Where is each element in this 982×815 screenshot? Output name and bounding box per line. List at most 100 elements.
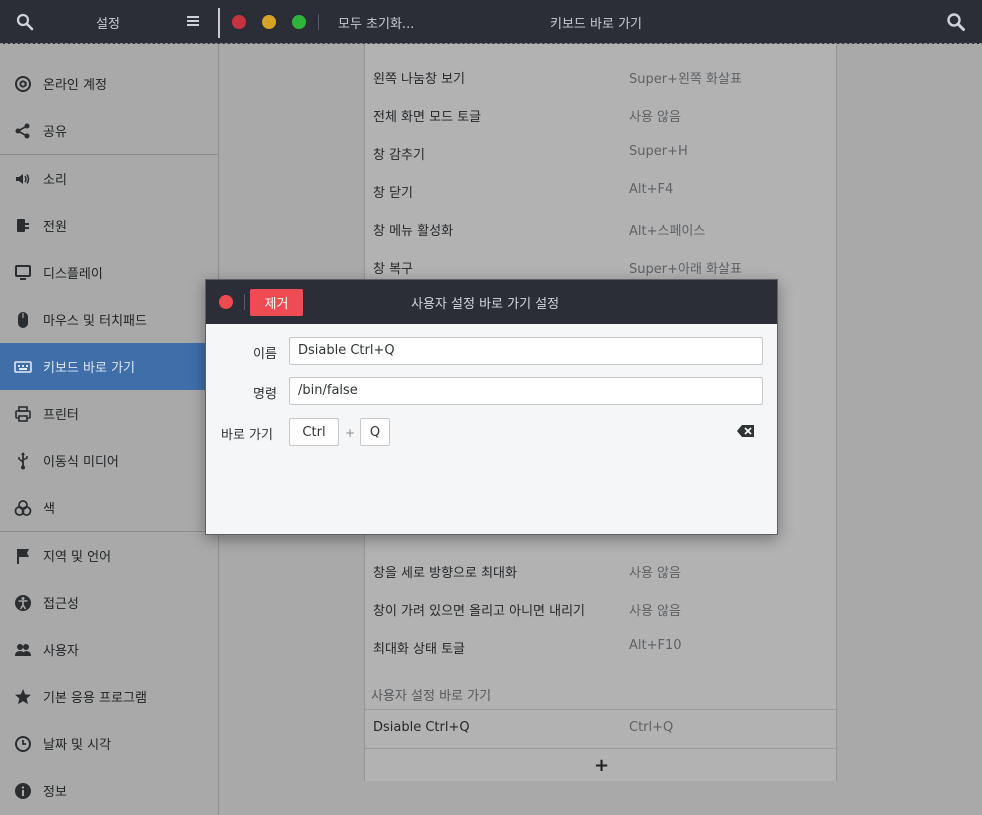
shortcut-accel: Super+왼쪽 화살표 <box>629 72 742 87</box>
shortcut-accel: 사용 않음 <box>629 110 681 125</box>
clock-icon <box>14 735 32 753</box>
shortcut-name: Dsiable Ctrl+Q <box>373 720 470 735</box>
sidebar-item-label: 이동식 미디어 <box>43 455 119 470</box>
command-field[interactable]: /bin/false <box>289 377 763 405</box>
remove-button[interactable]: 제거 <box>250 289 303 316</box>
sidebar-item-region-language[interactable]: 지역 및 언어 <box>0 532 219 579</box>
sidebar-item-printers[interactable]: 프린터 <box>0 390 219 437</box>
users-icon <box>14 641 32 659</box>
share-icon <box>14 122 32 140</box>
at-icon <box>14 75 32 93</box>
name-label: 이름 <box>253 347 277 362</box>
sidebar-item-label: 소리 <box>43 173 67 188</box>
reset-all-button[interactable]: 모두 초기화... <box>338 13 414 32</box>
shortcut-name: 최대화 상태 토글 <box>373 642 465 657</box>
sidebar-item-label: 키보드 바로 가기 <box>43 361 135 376</box>
sidebar-item-about[interactable]: 정보 <box>0 767 219 814</box>
section-title: 사용자 설정 바로 가기 <box>371 689 492 704</box>
shortcut-row[interactable]: 왼쪽 나눔창 보기 Super+왼쪽 화살표 <box>365 58 836 96</box>
shortcut-name: 왼쪽 나눔창 보기 <box>373 72 465 87</box>
shortcut-row[interactable]: 창을 세로 방향으로 최대화 사용 않음 <box>365 552 836 590</box>
search-icon[interactable] <box>16 13 34 31</box>
close-window-button[interactable] <box>232 15 246 29</box>
custom-shortcut-dialog: 제거 사용자 설정 바로 가기 설정 이름 Dsiable Ctrl+Q 명령 … <box>205 279 778 535</box>
sidebar-item-keyboard[interactable]: 키보드 바로 가기 <box>0 343 219 390</box>
sidebar-item-label: 접근성 <box>43 597 79 612</box>
shortcut-accel: Super+H <box>629 144 688 159</box>
mouse-icon <box>14 311 32 329</box>
sidebar-item-sound[interactable]: 소리 <box>0 155 219 202</box>
shortcut-row[interactable]: 창 닫기 Alt+F4 <box>365 172 836 210</box>
sidebar-item-label: 날짜 및 시각 <box>43 738 112 753</box>
shortcut-row[interactable]: 최대화 상태 토글 Alt+F10 <box>365 628 836 666</box>
name-field[interactable]: Dsiable Ctrl+Q <box>289 337 763 365</box>
keyboard-icon <box>14 358 32 376</box>
dialog-title: 사용자 설정 바로 가기 설정 <box>411 297 560 312</box>
minimize-window-button[interactable] <box>262 15 276 29</box>
sidebar-item-display[interactable]: 디스플레이 <box>0 249 219 296</box>
maximize-window-button[interactable] <box>292 15 306 29</box>
sidebar-item-sharing[interactable]: 공유 <box>0 107 219 154</box>
shortcut-key-ctrl[interactable]: Ctrl <box>289 418 339 446</box>
shortcut-name: 창 복구 <box>373 262 414 277</box>
shortcut-name: 창 감추기 <box>373 148 425 163</box>
sidebar-item-label: 색 <box>43 502 55 517</box>
dialog-close-button[interactable] <box>219 295 233 309</box>
sidebar-item-label: 마우스 및 터치패드 <box>43 314 147 329</box>
sidebar-item-mouse[interactable]: 마우스 및 터치패드 <box>0 296 219 343</box>
header-separator <box>318 14 319 30</box>
power-plug-icon <box>14 217 32 235</box>
sidebar-item-power[interactable]: 전원 <box>0 202 219 249</box>
sidebar-item-label: 사용자 <box>43 644 79 659</box>
search-icon[interactable] <box>946 12 966 32</box>
shortcut-name: 창을 세로 방향으로 최대화 <box>373 566 517 581</box>
accessibility-icon <box>14 594 32 612</box>
shortcut-name: 창 닫기 <box>373 186 414 201</box>
flag-icon <box>14 547 32 565</box>
sidebar-item-label: 지역 및 언어 <box>43 550 112 565</box>
shortcut-accel: 사용 않음 <box>629 604 681 619</box>
sidebar-item-removable-media[interactable]: 이동식 미디어 <box>0 437 219 484</box>
info-icon <box>14 782 32 800</box>
sidebar-item-accessibility[interactable]: 접근성 <box>0 579 219 626</box>
sidebar-item-default-apps[interactable]: 기본 응용 프로그램 <box>0 673 219 720</box>
shortcut-row[interactable]: 전체 화면 모드 토글 사용 않음 <box>365 96 836 134</box>
sidebar-item-online-accounts[interactable]: 온라인 계정 <box>0 60 219 107</box>
sidebar-item-label: 전원 <box>43 220 67 235</box>
key-separator: + <box>345 426 356 440</box>
backspace-icon[interactable] <box>737 424 755 438</box>
menu-icon[interactable] <box>186 14 200 28</box>
shortcut-accel: Alt+스페이스 <box>629 224 706 239</box>
sidebar-item-label: 프린터 <box>43 408 79 423</box>
shortcut-row[interactable]: 창 메뉴 활성화 Alt+스페이스 <box>365 210 836 248</box>
sidebar-item-color[interactable]: 색 <box>0 484 219 531</box>
usb-icon <box>14 451 32 470</box>
shortcut-accel: Alt+F4 <box>629 182 674 197</box>
shortcut-row[interactable]: 창 감추기 Super+H <box>365 134 836 172</box>
shortcut-accel: Ctrl+Q <box>629 720 674 735</box>
shortcut-name: 창이 가려 있으면 올리고 아니면 내리기 <box>373 604 586 619</box>
sidebar-item-label: 기본 응용 프로그램 <box>43 691 147 706</box>
shortcut-accel: Super+아래 화살표 <box>629 262 742 277</box>
monitor-icon <box>14 264 32 282</box>
command-label: 명령 <box>253 387 277 402</box>
custom-shortcut-row[interactable]: Dsiable Ctrl+Q Ctrl+Q <box>365 710 836 748</box>
dialog-header-separator <box>244 294 245 310</box>
sidebar-item-users[interactable]: 사용자 <box>0 626 219 673</box>
shortcut-row[interactable]: 창이 가려 있으면 올리고 아니면 내리기 사용 않음 <box>365 590 836 628</box>
page-title: 키보드 바로 가기 <box>550 17 642 32</box>
sidebar-title: 설정 <box>96 17 120 32</box>
color-icon <box>14 499 32 517</box>
header-separator <box>218 8 220 38</box>
sidebar-item-label: 온라인 계정 <box>43 78 107 93</box>
shortcut-label: 바로 가기 <box>221 428 273 443</box>
shortcut-key-q[interactable]: Q <box>360 418 390 446</box>
add-shortcut-button[interactable]: + <box>365 748 836 781</box>
speaker-icon <box>14 170 32 188</box>
sidebar-item-date-time[interactable]: 날짜 및 시각 <box>0 720 219 767</box>
shortcut-accel: Alt+F10 <box>629 638 682 653</box>
sidebar: 온라인 계정 공유 소리 전원 디스플레이 마우스 및 터치패드 키보드 바로 … <box>0 44 219 815</box>
shortcut-accel: 사용 않음 <box>629 566 681 581</box>
dialog-header: 제거 사용자 설정 바로 가기 설정 <box>206 280 777 324</box>
sidebar-item-label: 디스플레이 <box>43 267 103 282</box>
